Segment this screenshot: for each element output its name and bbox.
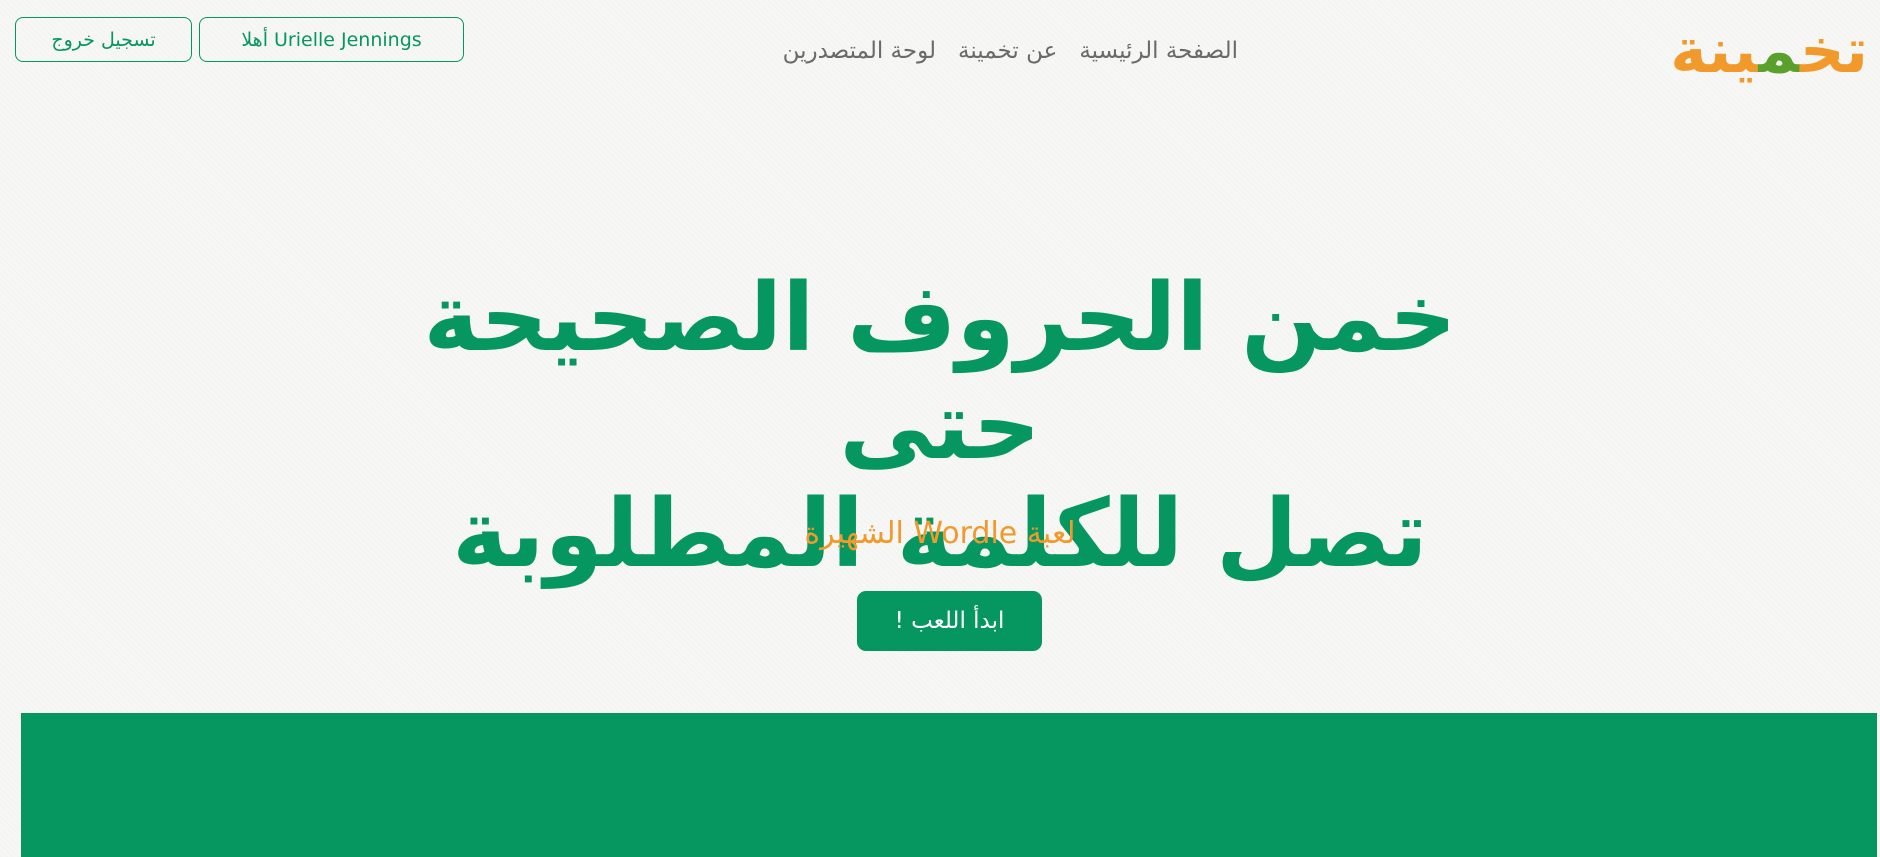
hero-subtitle: لعبة Wordle الشهيرة [804, 516, 1076, 551]
auth-buttons: تسجيل خروج أهلا Urielle Jennings [15, 17, 464, 62]
logo-part-2: م [1758, 14, 1801, 87]
main-nav: الصفحة الرئيسية عن تخمينة لوحة المتصدرين [748, 38, 1238, 64]
nav-about-link[interactable]: عن تخمينة [958, 38, 1057, 64]
nav-leaderboard-link[interactable]: لوحة المتصدرين [783, 38, 936, 64]
logo-part-3: ينة [1670, 14, 1759, 87]
page: تسجيل خروج أهلا Urielle Jennings الصفحة … [0, 0, 1880, 857]
green-section-band [21, 713, 1877, 857]
user-greeting-button[interactable]: أهلا Urielle Jennings [199, 17, 464, 62]
nav-home-link[interactable]: الصفحة الرئيسية [1079, 38, 1238, 64]
start-playing-button[interactable]: ابدأ اللعب ! [857, 591, 1042, 651]
header: تسجيل خروج أهلا Urielle Jennings الصفحة … [0, 0, 1880, 100]
hero-title-line-1: خمن الحروف الصحيحة حتى [423, 264, 1457, 481]
logo-part-1: تخ [1800, 14, 1868, 87]
logout-button[interactable]: تسجيل خروج [15, 17, 192, 62]
logo[interactable]: تخمينة [1670, 10, 1868, 92]
